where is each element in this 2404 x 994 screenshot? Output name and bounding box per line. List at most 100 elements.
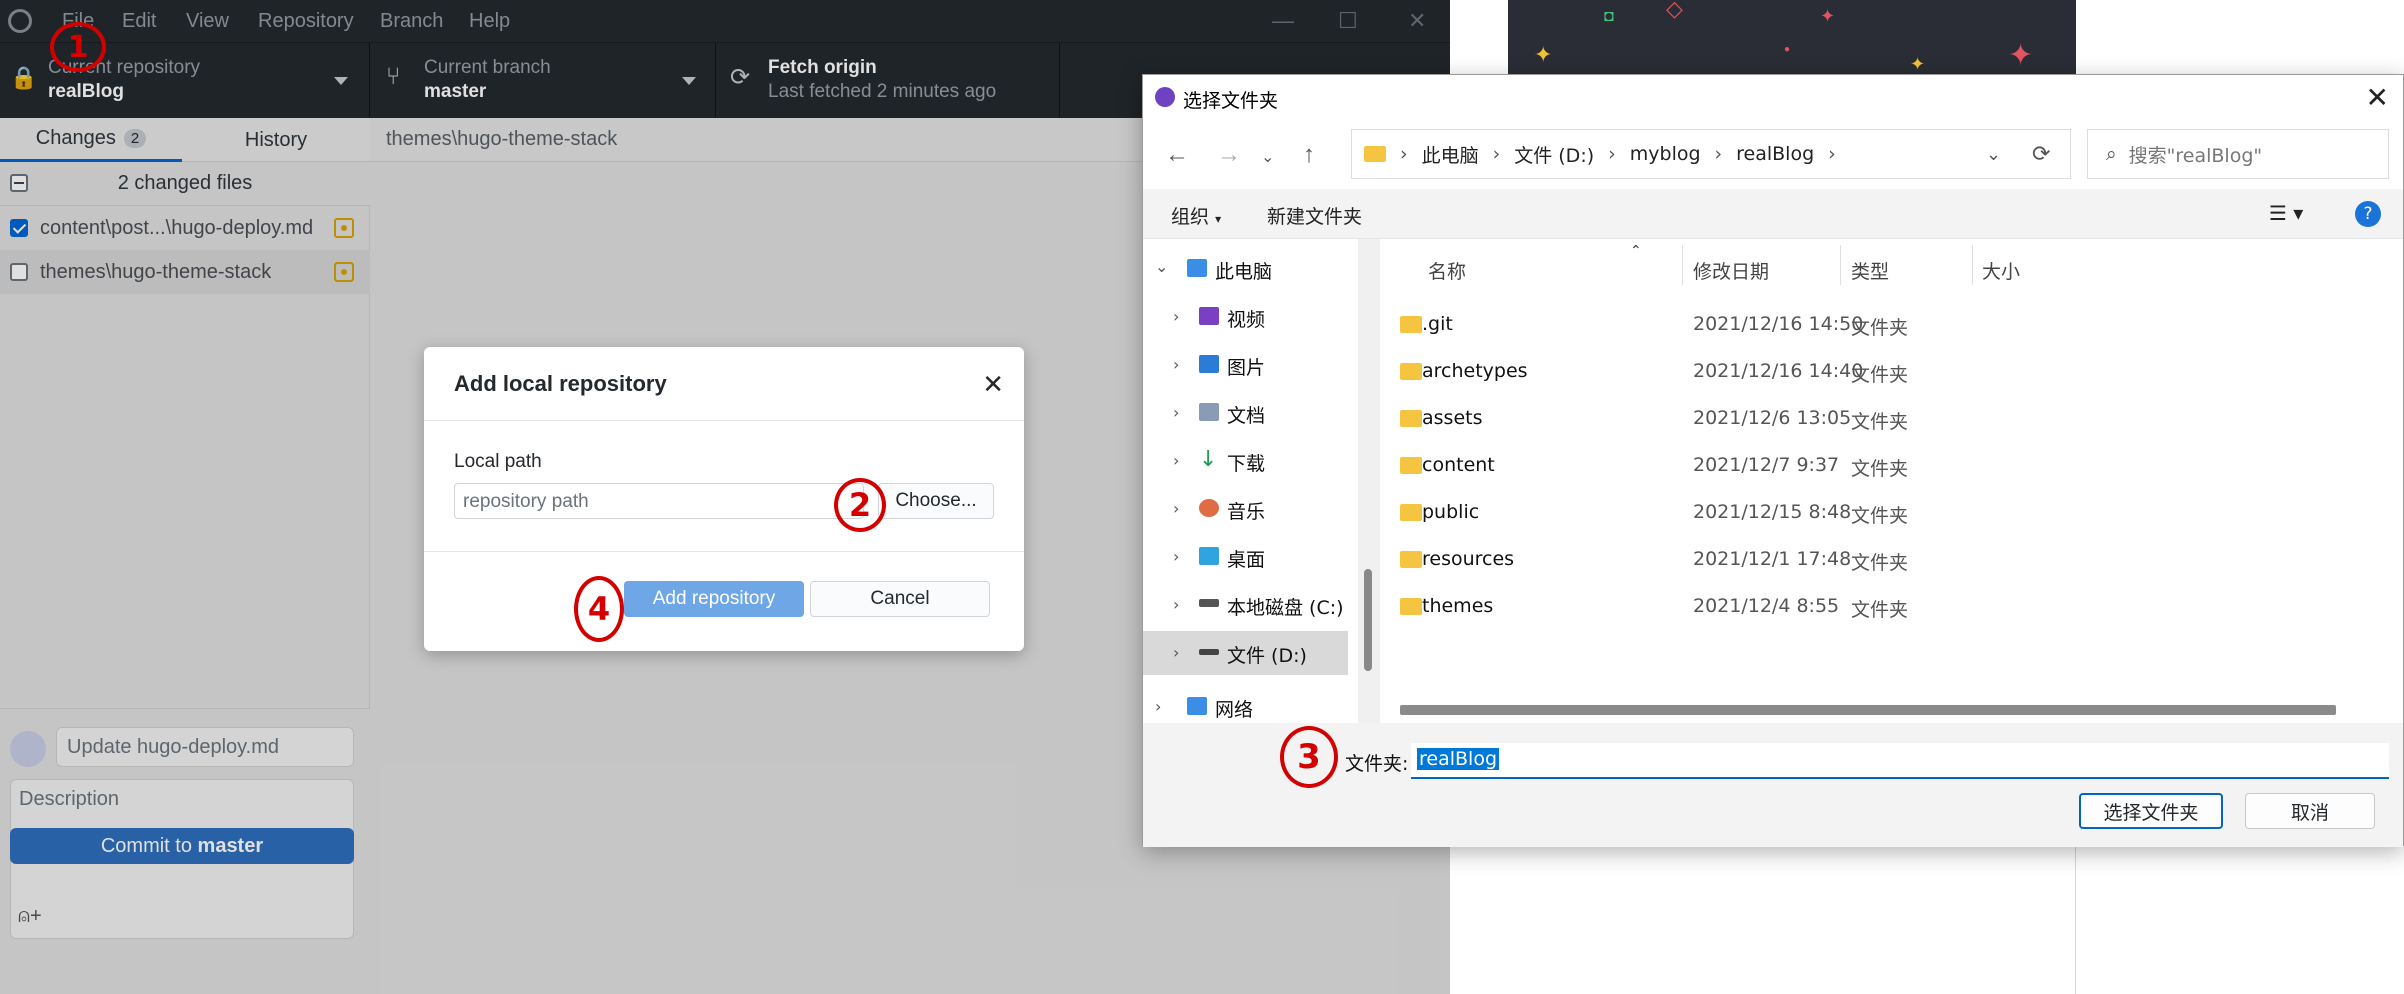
commit-button-branch: master (197, 834, 264, 857)
choose-button[interactable]: Choose... (878, 483, 994, 519)
nav-item-network[interactable]: › 网络 (1143, 685, 1348, 723)
chevron-right-icon[interactable]: › (1173, 307, 1179, 326)
divider (424, 551, 1024, 552)
menu-view[interactable]: View (186, 10, 229, 33)
nav-item-this-pc[interactable]: ⌄ 此电脑 (1143, 247, 1348, 291)
forward-arrow-icon[interactable]: → (1217, 141, 1241, 169)
file-date: 2021/12/6 13:05 (1693, 407, 1852, 429)
commit-button[interactable]: Commit to master (10, 828, 354, 864)
star-icon: ◇ (1666, 0, 1683, 21)
breadcrumb-this-pc[interactable]: 此电脑 (1422, 141, 1479, 168)
menu-branch[interactable]: Branch (380, 10, 443, 33)
file-checkbox[interactable] (10, 219, 28, 237)
folder-name-input[interactable]: realBlog (1411, 743, 2389, 779)
pictures-icon (1199, 355, 1219, 373)
view-options-icon[interactable]: ☰ ▾ (2269, 201, 2303, 225)
file-checkbox[interactable] (10, 263, 28, 281)
new-folder-button[interactable]: 新建文件夹 (1267, 202, 1362, 229)
app-icon (1155, 87, 1175, 107)
chevron-right-icon[interactable]: › (1173, 595, 1179, 614)
search-input[interactable]: ⌕ 搜索"realBlog" (2087, 129, 2389, 179)
cancel-button[interactable]: Cancel (810, 581, 990, 617)
tab-history[interactable]: History (182, 118, 370, 162)
help-icon[interactable]: ? (2355, 201, 2381, 227)
organize-button[interactable]: 组织 ▾ (1171, 202, 1221, 229)
maximize-icon[interactable]: ☐ (1338, 8, 1358, 34)
close-icon[interactable]: ✕ (2366, 81, 2389, 114)
back-arrow-icon[interactable]: ← (1165, 141, 1189, 169)
add-coauthor-icon[interactable]: ⍝+ (18, 905, 42, 928)
breadcrumb-drive-d[interactable]: 文件 (D:) (1514, 141, 1594, 168)
file-row[interactable]: public 2021/12/15 8:48 文件夹 (1380, 489, 2403, 536)
nav-item-documents[interactable]: › 文档 (1143, 391, 1348, 435)
file-row[interactable]: assets 2021/12/6 13:05 文件夹 (1380, 395, 2403, 442)
file-name: content (1422, 454, 1495, 476)
current-branch-button[interactable]: ⑂ Current branch master (370, 43, 716, 119)
folder-field-label: 文件夹: (1345, 753, 1409, 775)
nav-item-desktop[interactable]: › 桌面 (1143, 535, 1348, 579)
file-row[interactable]: content\post...\hugo-deploy.md (0, 206, 370, 250)
github-logo-icon (8, 9, 32, 33)
fetch-origin-button[interactable]: ⟳ Fetch origin Last fetched 2 minutes ag… (716, 43, 1060, 119)
column-header-size[interactable]: 大小 (1982, 257, 2020, 284)
chevron-down-icon: ▾ (1215, 212, 1222, 226)
column-header-name[interactable]: 名称 (1428, 257, 1466, 284)
select-all-checkbox[interactable] (10, 174, 28, 192)
chevron-right-icon[interactable]: › (1173, 499, 1179, 518)
file-row[interactable]: resources 2021/12/1 17:48 文件夹 (1380, 536, 2403, 583)
background-page-header: ✦ ◘ ◇ ✦ ● ✦ ✦ (1508, 0, 2076, 74)
nav-item-music[interactable]: › 音乐 (1143, 487, 1348, 531)
column-header-date[interactable]: 修改日期 (1693, 257, 1769, 284)
file-row[interactable]: themes\hugo-theme-stack (0, 250, 370, 294)
file-row[interactable]: content 2021/12/7 9:37 文件夹 (1380, 442, 2403, 489)
horizontal-scrollbar[interactable] (1400, 705, 2336, 715)
nav-item-videos[interactable]: › 视频 (1143, 295, 1348, 339)
breadcrumb-myblog[interactable]: myblog (1630, 143, 1701, 165)
file-row[interactable]: .git 2021/12/16 14:50 文件夹 (1380, 301, 2403, 348)
close-icon[interactable]: ✕ (982, 369, 1004, 400)
nav-item-drive-d[interactable]: › 文件 (D:) (1143, 631, 1348, 675)
commit-summary-input[interactable]: Update hugo-deploy.md (56, 727, 354, 767)
nav-item-drive-c[interactable]: › 本地磁盘 (C:) (1143, 583, 1348, 627)
refresh-icon[interactable]: ⟳ (2032, 142, 2050, 167)
column-divider[interactable] (1682, 245, 1683, 285)
add-repository-button[interactable]: Add repository (624, 581, 804, 617)
chevron-down-icon[interactable]: ⌄ (1155, 257, 1168, 276)
column-header-type[interactable]: 类型 (1851, 257, 1889, 284)
cancel-button[interactable]: 取消 (2245, 793, 2375, 829)
menu-edit[interactable]: Edit (122, 10, 156, 33)
address-bar[interactable]: › 此电脑 › 文件 (D:) › myblog › realBlog › ⌄ … (1351, 129, 2071, 179)
recent-locations-chevron-icon[interactable]: ⌄ (1261, 147, 1274, 167)
up-arrow-icon[interactable]: ↑ (1303, 141, 1315, 169)
scrollbar-thumb[interactable] (1364, 569, 1372, 671)
nav-item-downloads[interactable]: › ↓ 下载 (1143, 439, 1348, 483)
local-path-input[interactable]: repository path (454, 483, 864, 519)
changes-count-badge: 2 (123, 129, 147, 148)
chevron-right-icon[interactable]: › (1173, 547, 1179, 566)
desktop-icon (1199, 547, 1219, 565)
column-divider[interactable] (1972, 245, 1973, 285)
select-folder-button[interactable]: 选择文件夹 (2079, 793, 2223, 829)
file-row[interactable]: themes 2021/12/4 8:55 文件夹 (1380, 583, 2403, 630)
chevron-right-icon[interactable]: › (1173, 355, 1179, 374)
menu-repository[interactable]: Repository (258, 10, 354, 33)
add-local-repository-dialog: Add local repository ✕ Local path reposi… (424, 347, 1024, 651)
folder-icon (1400, 410, 1422, 427)
chevron-right-icon[interactable]: › (1173, 403, 1179, 422)
menu-help[interactable]: Help (469, 10, 510, 33)
nav-item-pictures[interactable]: › 图片 (1143, 343, 1348, 387)
tab-changes[interactable]: Changes 2 (0, 118, 182, 162)
nav-item-label: 文件 (D:) (1227, 645, 1307, 667)
minimize-icon[interactable]: — (1272, 8, 1294, 34)
close-window-icon[interactable]: ✕ (1408, 8, 1426, 34)
chevron-right-icon[interactable]: › (1155, 697, 1161, 716)
column-divider[interactable] (1840, 245, 1841, 285)
chevron-right-icon[interactable]: › (1173, 643, 1179, 662)
file-row[interactable]: archetypes 2021/12/16 14:40 文件夹 (1380, 348, 2403, 395)
nav-scrollbar[interactable] (1358, 239, 1380, 723)
folder-icon (1400, 363, 1422, 380)
chevron-right-icon[interactable]: › (1173, 451, 1179, 470)
address-dropdown-icon[interactable]: ⌄ (1986, 144, 2001, 165)
breadcrumb-realblog[interactable]: realBlog (1736, 143, 1814, 165)
file-type: 文件夹 (1851, 505, 1909, 527)
